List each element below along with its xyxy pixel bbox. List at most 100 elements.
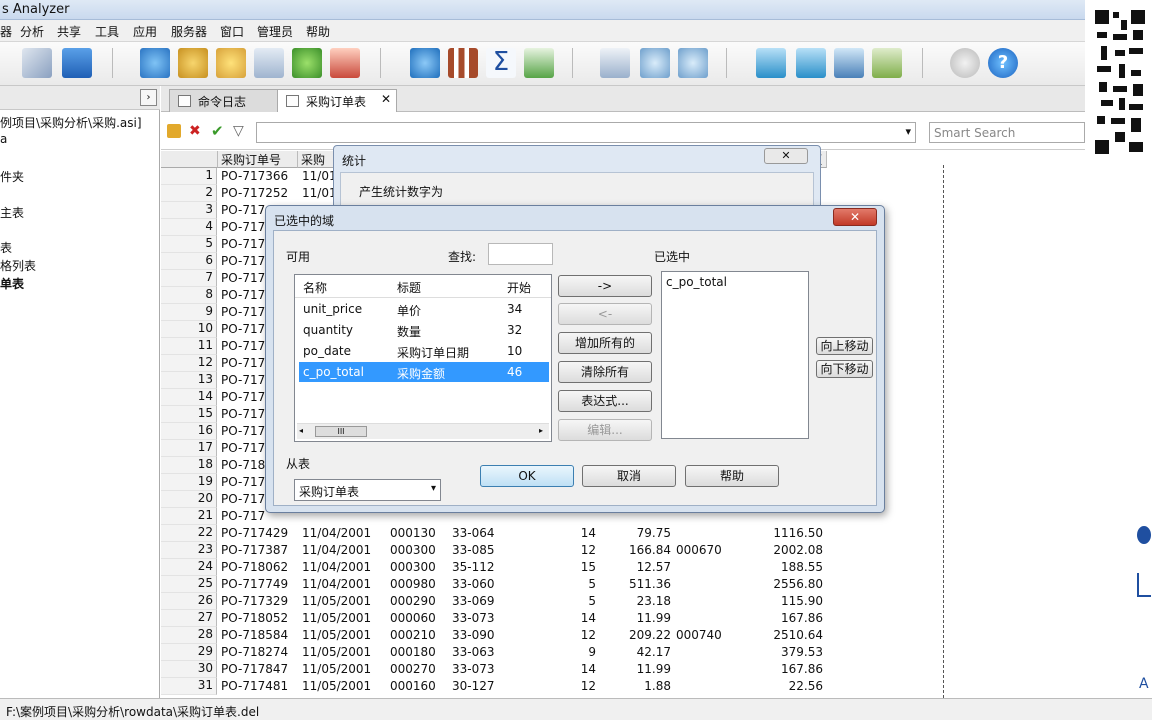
table-cell[interactable]: 11/05/2001: [302, 611, 386, 628]
table-cell[interactable]: [676, 577, 743, 594]
table-cell[interactable]: 11.99: [601, 662, 671, 679]
table-cell[interactable]: PO-717847: [221, 662, 298, 679]
field-list-item[interactable]: quantity: [303, 323, 353, 337]
table-cell[interactable]: 000060: [390, 611, 448, 628]
table-cell[interactable]: PO-718052: [221, 611, 298, 628]
row-number[interactable]: 10: [161, 321, 217, 338]
table-cell[interactable]: 15: [536, 560, 596, 577]
table-cell[interactable]: [676, 662, 743, 679]
help-icon[interactable]: ?: [988, 48, 1018, 78]
collapse-button[interactable]: ›: [140, 89, 157, 106]
add-field-button[interactable]: ->: [558, 275, 652, 297]
table-cell[interactable]: 30-127: [452, 679, 536, 696]
scroll-right-icon[interactable]: ▸: [539, 426, 543, 435]
table-cell[interactable]: 33-060: [452, 577, 536, 594]
row-number[interactable]: 5: [161, 236, 217, 253]
row-number[interactable]: 17: [161, 440, 217, 457]
table-cell[interactable]: 1.88: [601, 679, 671, 696]
crosstab-icon[interactable]: [872, 48, 902, 78]
table-cell[interactable]: PO-718062: [221, 560, 298, 577]
tree-item[interactable]: 表: [0, 239, 12, 256]
duplicate-search-icon[interactable]: [678, 48, 708, 78]
table-cell[interactable]: 12: [536, 628, 596, 645]
row-number[interactable]: 3: [161, 202, 217, 219]
scroll-left-icon[interactable]: ◂: [299, 426, 303, 435]
menu-item-tools[interactable]: 工具: [95, 23, 119, 40]
table-cell[interactable]: 11/04/2001: [302, 577, 386, 594]
table-cell[interactable]: PO-717252: [221, 186, 298, 203]
notebook-icon[interactable]: [62, 48, 92, 78]
table-cell[interactable]: 167.86: [743, 611, 823, 628]
table-cell[interactable]: 11/05/2001: [302, 679, 386, 696]
table-cell[interactable]: 000160: [390, 679, 448, 696]
table-cell[interactable]: 12.57: [601, 560, 671, 577]
expression-button[interactable]: 表达式...: [558, 390, 652, 412]
table-cell[interactable]: 11/05/2001: [302, 628, 386, 645]
table-cell[interactable]: 2556.80: [743, 577, 823, 594]
field-list-item[interactable]: 10: [507, 344, 522, 358]
filter-funnel-icon[interactable]: ▽: [233, 123, 244, 139]
table-cell[interactable]: [676, 560, 743, 577]
numeric-search-icon[interactable]: [640, 48, 670, 78]
row-number[interactable]: 30: [161, 661, 217, 678]
field-list-item-selected[interactable]: c_po_total: [303, 365, 364, 379]
row-number[interactable]: 19: [161, 474, 217, 491]
column-header[interactable]: 采购订单号: [218, 151, 298, 168]
database-export-icon[interactable]: [216, 48, 246, 78]
row-number[interactable]: 13: [161, 372, 217, 389]
help-button[interactable]: 帮助: [685, 465, 779, 487]
table-cell[interactable]: 11/04/2001: [302, 526, 386, 543]
table-cell[interactable]: 33-073: [452, 611, 536, 628]
menu-item-window[interactable]: 窗口: [220, 23, 244, 40]
table-cell[interactable]: PO-717366: [221, 169, 298, 186]
row-number[interactable]: 21: [161, 508, 217, 525]
remove-field-button[interactable]: <-: [558, 303, 652, 325]
ok-button[interactable]: OK: [480, 465, 574, 487]
table-cell[interactable]: 000300: [390, 543, 448, 560]
filter-input[interactable]: ▾: [256, 122, 916, 143]
search-input[interactable]: [488, 243, 553, 265]
table-cell[interactable]: 5: [536, 577, 596, 594]
database-add-icon[interactable]: [178, 48, 208, 78]
selected-field-item[interactable]: c_po_total: [666, 275, 727, 289]
table-cell[interactable]: 511.36: [601, 577, 671, 594]
table-cell[interactable]: 22.56: [743, 679, 823, 696]
tree-item[interactable]: 主表: [0, 204, 24, 221]
tab-purchase-orders[interactable]: 采购订单表 ✕: [277, 89, 397, 112]
row-number[interactable]: 15: [161, 406, 217, 423]
table-cell[interactable]: 14: [536, 611, 596, 628]
table-cell[interactable]: [676, 611, 743, 628]
menu-item-help[interactable]: 帮助: [306, 23, 330, 40]
table-cell[interactable]: 33-090: [452, 628, 536, 645]
table-cell[interactable]: [676, 679, 743, 696]
available-fields-list[interactable]: 名称 标题 开始 unit_price 单价 34 quantity 数量 32 po_da…: [294, 274, 552, 442]
row-number[interactable]: 4: [161, 219, 217, 236]
edit-button[interactable]: 编辑...: [558, 419, 652, 441]
tab-command-log[interactable]: 命令日志: [169, 89, 279, 112]
table-cell[interactable]: 11/04/2001: [302, 543, 386, 560]
column-title-header[interactable]: 标题: [397, 279, 421, 296]
menu-item-data[interactable]: 器: [0, 23, 12, 40]
row-number[interactable]: 27: [161, 610, 217, 627]
table-cell[interactable]: 2002.08: [743, 543, 823, 560]
edit-icon[interactable]: [22, 48, 52, 78]
table-cell[interactable]: PO-717429: [221, 526, 298, 543]
row-number[interactable]: 12: [161, 355, 217, 372]
table-cell[interactable]: 2510.64: [743, 628, 823, 645]
classify-icon[interactable]: [796, 48, 826, 78]
scroll-thumb[interactable]: III: [315, 426, 367, 437]
table-cell[interactable]: 11/05/2001: [302, 594, 386, 611]
table-cell[interactable]: 33-073: [452, 662, 536, 679]
row-number[interactable]: 20: [161, 491, 217, 508]
row-number[interactable]: 8: [161, 287, 217, 304]
row-number[interactable]: 6: [161, 253, 217, 270]
row-number[interactable]: 2: [161, 185, 217, 202]
table-cell[interactable]: PO-717481: [221, 679, 298, 696]
table-cell[interactable]: PO-717329: [221, 594, 298, 611]
table-cell[interactable]: 33-064: [452, 526, 536, 543]
row-number[interactable]: 29: [161, 644, 217, 661]
tree-item-active[interactable]: 单表: [0, 275, 24, 292]
comment-icon[interactable]: [950, 48, 980, 78]
stats-db-icon[interactable]: [292, 48, 322, 78]
table-cell[interactable]: 379.53: [743, 645, 823, 662]
